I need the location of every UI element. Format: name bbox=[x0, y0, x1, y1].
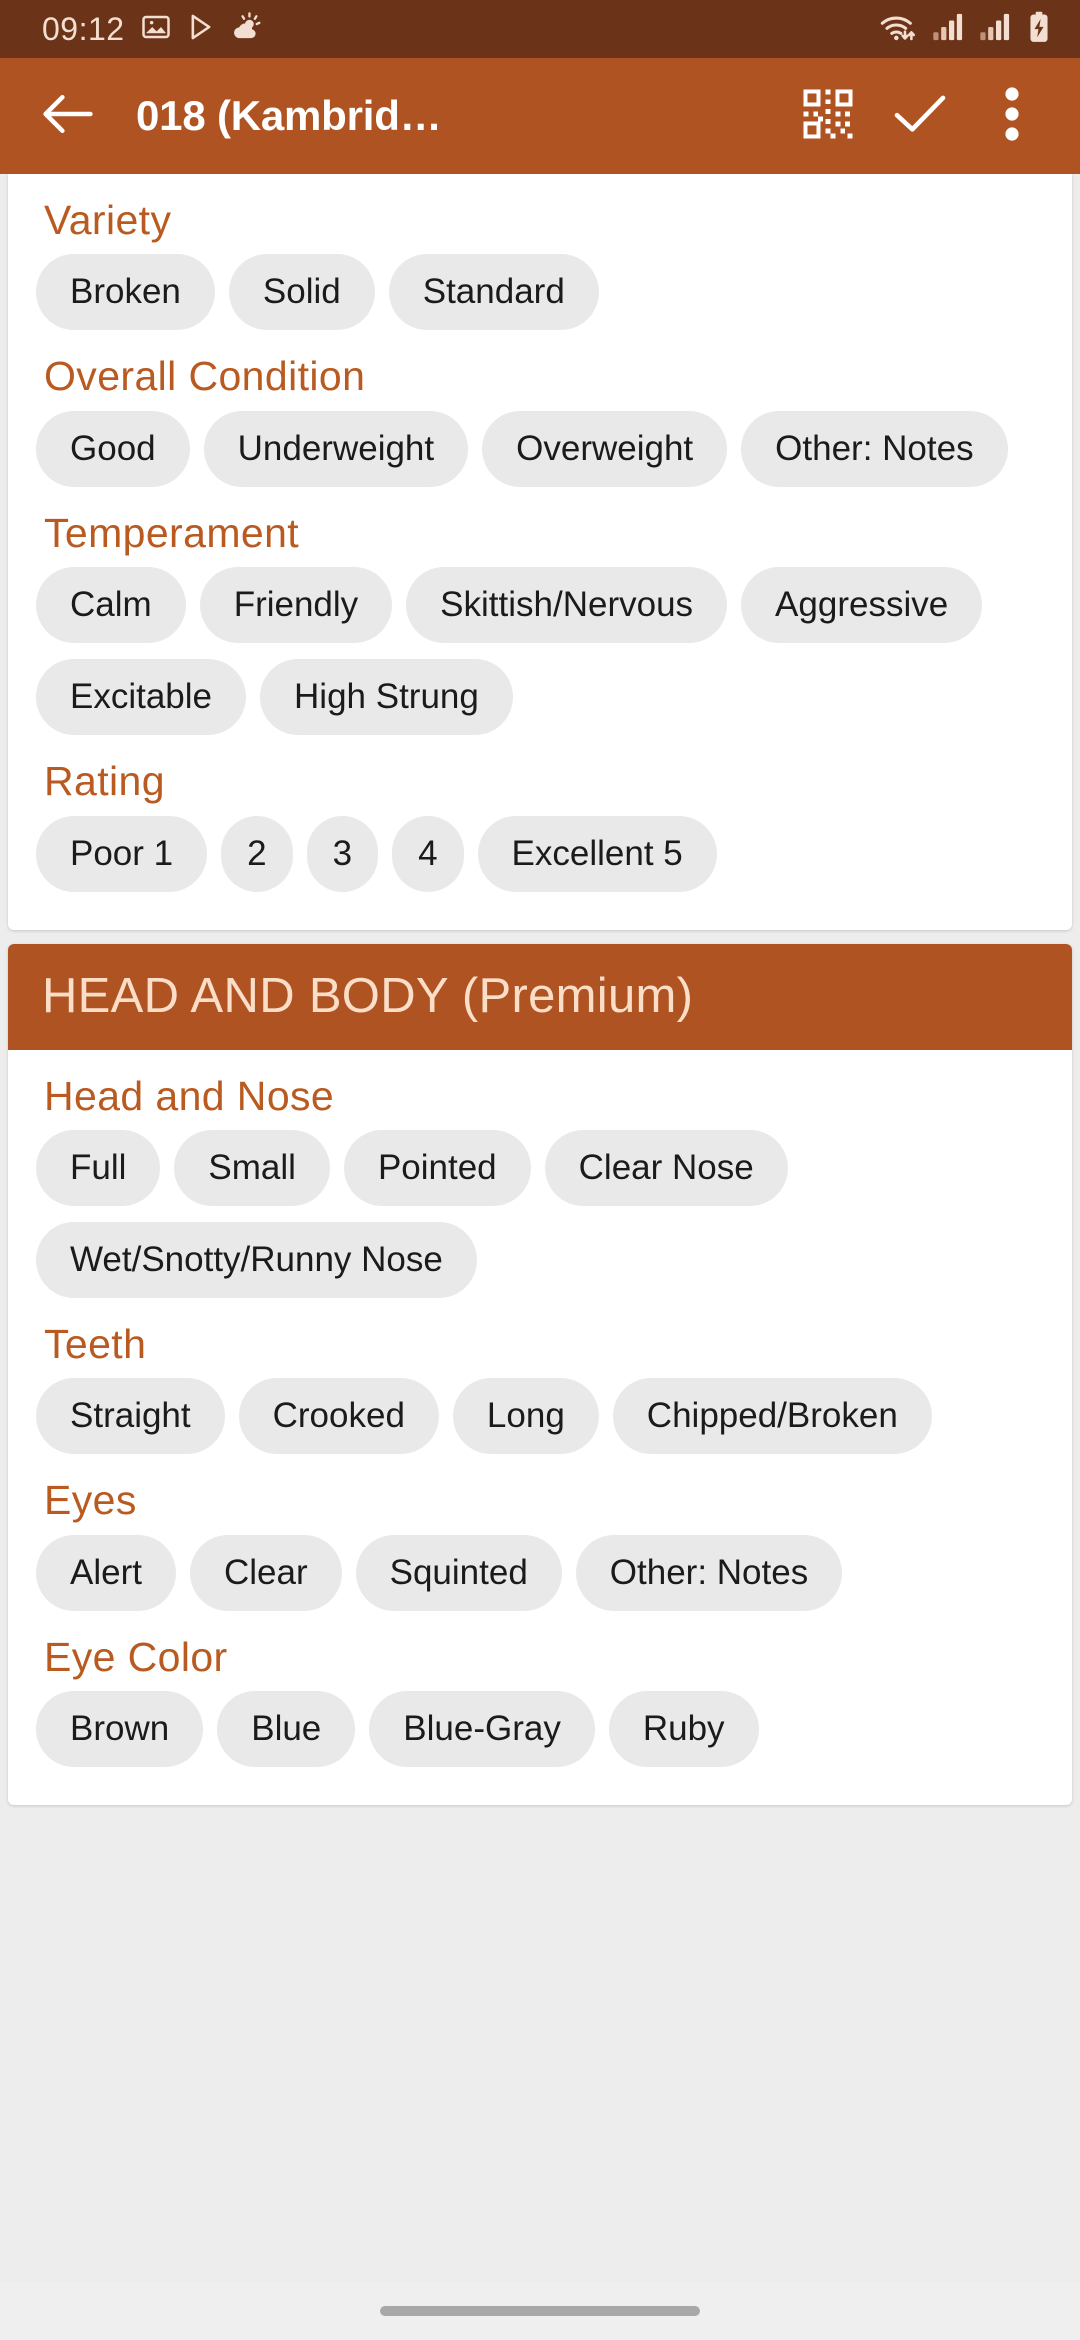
chip-option[interactable]: Ruby bbox=[608, 1691, 759, 1767]
home-gesture-pill[interactable] bbox=[380, 2306, 700, 2316]
group-title: Head and Nose bbox=[44, 1072, 335, 1119]
group-title: Eyes bbox=[44, 1477, 137, 1524]
chip-option[interactable]: Pointed bbox=[343, 1129, 531, 1206]
signal-sim2-icon bbox=[979, 12, 1013, 47]
chip-row: Good Underweight Overweight Other: Notes bbox=[8, 410, 1072, 503]
chip-option[interactable]: Standard bbox=[388, 254, 599, 331]
group-eyes: Eyes Alert Clear Squinted Other: Notes bbox=[8, 1470, 1072, 1626]
chip-option[interactable]: Other: Notes bbox=[741, 410, 1008, 487]
general-card: Variety Broken Solid Standard Overall Co… bbox=[8, 174, 1072, 930]
qr-code-icon bbox=[801, 87, 855, 146]
wifi-icon bbox=[879, 11, 919, 48]
chip-option[interactable]: 3 bbox=[306, 815, 379, 892]
chip-option[interactable]: Wet/Snotty/Runny Nose bbox=[36, 1221, 477, 1298]
group-head-and-nose: Head and Nose Full Small Pointed Clear N… bbox=[8, 1066, 1072, 1314]
chip-option[interactable]: Underweight bbox=[203, 410, 469, 487]
back-button[interactable] bbox=[26, 74, 110, 158]
chip-row: Broken Solid Standard bbox=[8, 254, 1072, 346]
chip-option[interactable]: Other: Notes bbox=[575, 1534, 843, 1611]
section-banner: HEAD AND BODY (Premium) bbox=[8, 943, 1072, 1050]
group-temperament: Temperament Calm Friendly Skittish/Nervo… bbox=[8, 503, 1072, 751]
chip-option[interactable]: Broken bbox=[36, 254, 215, 331]
chip-option[interactable]: Calm bbox=[36, 567, 186, 644]
qr-code-button[interactable] bbox=[782, 70, 874, 162]
chip-option[interactable]: Clear Nose bbox=[544, 1129, 788, 1206]
chip-option[interactable]: 4 bbox=[392, 815, 464, 892]
check-icon bbox=[891, 91, 949, 142]
signal-sim1-icon bbox=[932, 12, 966, 47]
chip-option[interactable]: Crooked bbox=[238, 1378, 439, 1455]
chip-option[interactable]: Aggressive bbox=[741, 567, 983, 644]
status-clock: 09:12 bbox=[42, 10, 125, 47]
group-title: Overall Condition bbox=[44, 353, 366, 400]
navigation-bar bbox=[0, 2282, 1080, 2340]
chip-row: Poor 1 2 3 4 Excellent 5 bbox=[8, 815, 1072, 908]
battery-charging-icon bbox=[1026, 11, 1052, 48]
head-and-body-card: HEAD AND BODY (Premium) Head and Nose Fu… bbox=[8, 943, 1072, 1805]
weather-icon bbox=[231, 11, 263, 47]
group-title: Temperament bbox=[44, 509, 300, 556]
group-rating: Rating Poor 1 2 3 4 Excellent 5 bbox=[8, 751, 1072, 907]
group-title: Variety bbox=[44, 197, 172, 243]
app-bar: 018 (Kambrid… bbox=[0, 58, 1080, 174]
group-title: Eye Color bbox=[44, 1633, 228, 1680]
chip-option[interactable]: Poor 1 bbox=[36, 815, 208, 892]
chip-option[interactable]: Clear bbox=[189, 1534, 342, 1611]
chip-option[interactable]: Blue bbox=[217, 1691, 356, 1767]
chip-option[interactable]: Blue-Gray bbox=[369, 1691, 595, 1767]
group-teeth: Teeth Straight Crooked Long Chipped/Brok… bbox=[8, 1314, 1072, 1470]
chip-option[interactable]: Chipped/Broken bbox=[612, 1378, 932, 1455]
chip-option[interactable]: Overweight bbox=[482, 410, 728, 487]
group-eye-color: Eye Color Brown Blue Blue-Gray Ruby bbox=[8, 1627, 1072, 1783]
save-button[interactable] bbox=[874, 70, 966, 162]
chip-option[interactable]: Solid bbox=[228, 254, 375, 331]
chip-row: Straight Crooked Long Chipped/Broken bbox=[8, 1378, 1072, 1470]
chip-option[interactable]: Long bbox=[452, 1378, 599, 1455]
image-icon bbox=[141, 12, 171, 47]
status-bar-left: 09:12 bbox=[42, 11, 879, 48]
chip-option[interactable]: Good bbox=[36, 410, 190, 487]
chip-option[interactable]: Friendly bbox=[199, 567, 393, 644]
group-title: Rating bbox=[44, 758, 165, 805]
status-bar: 09:12 bbox=[0, 0, 1080, 58]
arrow-left-icon bbox=[40, 91, 96, 142]
chip-option[interactable]: Squinted bbox=[355, 1534, 562, 1611]
chip-row: Brown Blue Blue-Gray Ruby bbox=[8, 1691, 1072, 1783]
chip-row: Full Small Pointed Clear Nose Wet/Snotty… bbox=[8, 1129, 1072, 1314]
chip-row: Calm Friendly Skittish/Nervous Aggressiv… bbox=[8, 567, 1072, 751]
chip-row: Alert Clear Squinted Other: Notes bbox=[8, 1534, 1072, 1627]
chip-option[interactable]: Skittish/Nervous bbox=[406, 567, 728, 644]
chip-option[interactable]: Small bbox=[174, 1129, 330, 1206]
group-overall-condition: Overall Condition Good Underweight Overw… bbox=[8, 346, 1072, 502]
chip-option[interactable]: 2 bbox=[221, 815, 293, 892]
form-scroll-container[interactable]: Variety Broken Solid Standard Overall Co… bbox=[0, 174, 1080, 2340]
chip-option[interactable]: High Strung bbox=[260, 659, 513, 736]
page-title: 018 (Kambrid… bbox=[136, 92, 442, 139]
overflow-menu-button[interactable] bbox=[966, 70, 1058, 162]
chip-option[interactable]: Excitable bbox=[36, 659, 247, 736]
chip-option[interactable]: Excellent 5 bbox=[477, 815, 717, 892]
chip-option[interactable]: Straight bbox=[36, 1378, 225, 1455]
chip-option[interactable]: Alert bbox=[36, 1534, 176, 1611]
chip-option[interactable]: Brown bbox=[36, 1691, 204, 1767]
group-title: Teeth bbox=[44, 1320, 147, 1367]
group-variety: Variety Broken Solid Standard bbox=[8, 190, 1072, 346]
status-bar-right bbox=[879, 11, 1052, 48]
play-store-icon bbox=[187, 12, 215, 47]
overflow-menu-icon bbox=[1001, 86, 1023, 147]
chip-option[interactable]: Full bbox=[36, 1129, 161, 1206]
